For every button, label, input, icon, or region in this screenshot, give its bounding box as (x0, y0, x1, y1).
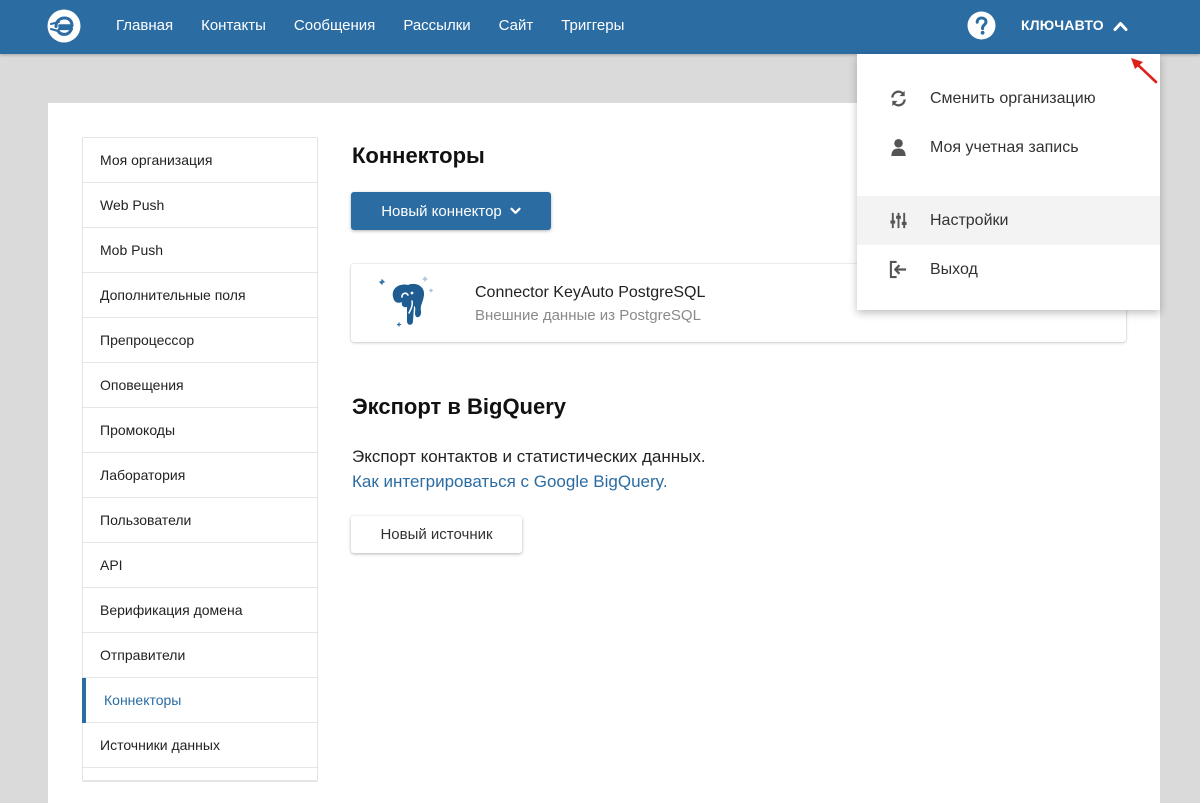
bigquery-description: Экспорт контактов и статистических данны… (352, 447, 706, 466)
sidebar-item-domain-verification[interactable]: Верификация домена (83, 588, 317, 633)
nav-item-contacts[interactable]: Контакты (187, 0, 280, 54)
menu-label: Моя учетная запись (930, 139, 1079, 156)
top-navbar: Главная Контакты Сообщения Рассылки Сайт… (0, 0, 1200, 54)
chevron-down-icon (510, 207, 521, 214)
sidebar-item-api[interactable]: API (83, 543, 317, 588)
user-icon (891, 138, 906, 157)
bigquery-integration-link[interactable]: Как интегрироваться с Google BigQuery. (352, 472, 668, 492)
main-nav: Главная Контакты Сообщения Рассылки Сайт… (102, 0, 638, 54)
sidebar-item-data-sources[interactable]: Источники данных (83, 723, 317, 768)
nav-item-messages[interactable]: Сообщения (280, 0, 389, 54)
sidebar-item-notifications[interactable]: Оповещения (83, 363, 317, 408)
sidebar-item-web-push[interactable]: Web Push (83, 183, 317, 228)
brand-logo-icon[interactable] (47, 9, 81, 43)
organization-menu-toggle[interactable]: КЛЮЧАВТО (1021, 0, 1104, 54)
sidebar-item-laboratory[interactable]: Лаборатория (83, 453, 317, 498)
chevron-up-icon[interactable] (1113, 20, 1128, 32)
sidebar-item-mob-push[interactable]: Mob Push (83, 228, 317, 273)
nav-item-triggers[interactable]: Триггеры (547, 0, 638, 54)
menu-item-my-account[interactable]: Моя учетная запись (857, 123, 1160, 172)
sliders-icon (890, 212, 907, 229)
sidebar-item-custom-fields[interactable]: Дополнительные поля (83, 273, 317, 318)
connectors-title: Коннекторы (352, 143, 485, 168)
menu-label: Настройки (930, 212, 1009, 229)
sidebar-item-preprocessor[interactable]: Препроцессор (83, 318, 317, 363)
sidebar-item-more[interactable] (83, 768, 317, 781)
new-connector-button[interactable]: Новый коннектор (351, 192, 551, 230)
sync-icon (891, 90, 906, 107)
settings-sidebar: Моя организация Web Push Mob Push Дополн… (82, 137, 318, 782)
connector-title: Connector KeyAuto PostgreSQL (475, 284, 706, 301)
nav-item-site[interactable]: Сайт (485, 0, 548, 54)
sidebar-item-promocodes[interactable]: Промокоды (83, 408, 317, 453)
nav-item-home[interactable]: Главная (102, 0, 187, 54)
sidebar-item-senders[interactable]: Отправители (83, 633, 317, 678)
menu-item-settings[interactable]: Настройки (857, 196, 1160, 245)
new-connector-label: Новый коннектор (381, 202, 502, 220)
account-dropdown-menu: Сменить организацию Моя учетная запись Н… (857, 54, 1160, 310)
new-source-button[interactable]: Новый источник (351, 516, 522, 553)
nav-item-campaigns[interactable]: Рассылки (389, 0, 484, 54)
pointer-arrow-icon (1131, 58, 1158, 84)
connector-subtitle: Внешние данные из PostgreSQL (475, 307, 701, 324)
help-icon[interactable] (967, 11, 996, 40)
sidebar-item-connectors[interactable]: Коннекторы (82, 678, 317, 723)
menu-label: Сменить организацию (930, 90, 1096, 107)
sidebar-item-users[interactable]: Пользователи (83, 498, 317, 543)
menu-item-logout[interactable]: Выход (857, 245, 1160, 294)
menu-item-switch-organization[interactable]: Сменить организацию (857, 74, 1160, 123)
sign-out-icon (889, 260, 907, 279)
sidebar-item-my-organization[interactable]: Моя организация (83, 138, 317, 183)
postgresql-elephant-icon (379, 276, 434, 327)
menu-label: Выход (930, 261, 978, 278)
bigquery-title: Экспорт в BigQuery (352, 394, 567, 419)
